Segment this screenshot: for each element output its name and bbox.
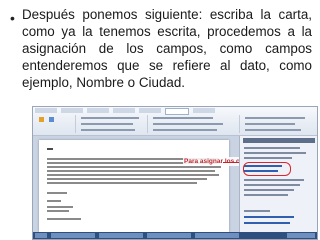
text-line [47, 178, 207, 180]
bullet-text: Después ponemos siguiente: escriba la ca… [22, 7, 312, 90]
ribbon-tabs [35, 108, 215, 115]
taskbar-item [99, 233, 143, 238]
ribbon-item [81, 117, 139, 119]
envelope-icon [39, 117, 44, 122]
system-tray [287, 233, 315, 238]
pane-text [244, 194, 288, 196]
taskbar-item [195, 233, 239, 238]
mail-merge-task-pane [239, 136, 317, 232]
highlight-circle [243, 162, 291, 176]
pane-title-bar [243, 138, 315, 143]
text-line [47, 200, 61, 202]
ribbon-tab [113, 108, 135, 113]
pane-link [244, 222, 290, 224]
taskbar [33, 232, 317, 239]
ribbon-item [81, 123, 133, 125]
word-ribbon [33, 107, 317, 136]
slide-bullet: • Después ponemos siguiente: escriba la … [10, 6, 312, 106]
ribbon-tab [35, 108, 57, 113]
ribbon-item [245, 129, 301, 131]
pane-link [244, 216, 294, 218]
document-page [39, 140, 229, 232]
text-line [47, 166, 221, 168]
label-icon [49, 117, 54, 122]
start-button [35, 233, 47, 238]
pane-text [244, 157, 292, 159]
text-line [47, 148, 53, 150]
text-line [47, 170, 215, 172]
text-line [47, 174, 219, 176]
text-line [47, 182, 197, 184]
ribbon-tab [61, 108, 83, 113]
taskbar-item [147, 233, 191, 238]
ribbon-tab-mailings [165, 108, 189, 115]
text-line [47, 206, 73, 208]
text-line [47, 192, 67, 194]
ribbon-item [153, 117, 213, 119]
taskbar-item [51, 233, 95, 238]
text-line [47, 210, 69, 212]
ribbon-item [245, 123, 295, 125]
ribbon-item [153, 129, 217, 131]
pane-text [244, 184, 300, 186]
text-line [47, 218, 81, 220]
ribbon-item [245, 117, 305, 119]
pane-text [244, 147, 300, 149]
bullet-symbol: • [10, 10, 15, 26]
ribbon-group-write-insert-fields [149, 115, 240, 133]
ribbon-group-create [35, 115, 76, 133]
pane-text [244, 189, 294, 191]
ribbon-item [81, 129, 135, 131]
ribbon-group-preview-finish [241, 115, 315, 133]
pane-text [244, 179, 304, 181]
ribbon-group-start-merge [77, 115, 148, 133]
ribbon-item [153, 123, 223, 125]
word-mail-merge-screenshot: Para asignar los campos en nuestra carta [32, 106, 318, 240]
pane-text [244, 152, 306, 154]
ribbon-tab [87, 108, 109, 113]
ribbon-tab [193, 108, 215, 113]
ribbon-tab [139, 108, 161, 113]
document-area [33, 136, 239, 232]
pane-text [244, 210, 270, 212]
